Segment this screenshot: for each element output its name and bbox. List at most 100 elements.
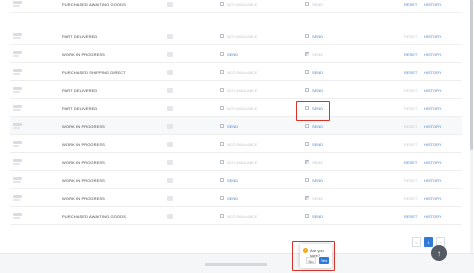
row-history-link[interactable]: HISTORY (424, 171, 442, 189)
row-col3-option[interactable]: NOT AVAILABLE (220, 99, 257, 117)
table-row: WORK IN PROGRESS SEND SEND RESET HISTORY (10, 171, 462, 189)
popconfirm-yes-button[interactable]: Yes (319, 257, 329, 264)
row-status: WORK IN PROGRESS (62, 177, 105, 183)
row-col3-option[interactable]: NOT AVAILABLE (220, 63, 257, 81)
row-col3-option[interactable]: NOT AVAILABLE (220, 27, 257, 45)
row-reset-button[interactable]: RESET (404, 117, 417, 135)
checkbox[interactable] (305, 70, 309, 74)
row-send-option[interactable]: SEND (305, 135, 323, 153)
row-thumb-placeholder (167, 207, 173, 225)
row-col3-option[interactable]: SEND (220, 45, 238, 63)
row-thumb-placeholder (167, 153, 173, 171)
scrollbar-thumb[interactable] (470, 0, 473, 150)
checkbox[interactable] (220, 70, 224, 74)
checkbox[interactable] (305, 88, 309, 92)
row-send-option[interactable]: SEND (305, 189, 323, 207)
table-row: PART DELIVERED NOT AVAILABLE SEND RESET HIST… (10, 99, 462, 117)
row-id-placeholder (13, 45, 22, 63)
row-send-label: SEND (312, 195, 324, 201)
row-send-option[interactable]: SEND (305, 27, 323, 45)
row-col3-option[interactable]: NOT AVAILABLE (220, 207, 257, 225)
row-history-link[interactable]: HISTORY (424, 135, 442, 153)
row-id-placeholder (13, 63, 22, 81)
row-id-placeholder (13, 171, 22, 189)
row-history-link[interactable]: HISTORY (424, 99, 442, 117)
table-row: WORK IN PROGRESS SEND SEND RESET HISTORY (10, 45, 462, 63)
row-status: PART DELIVERED (62, 87, 98, 93)
checkbox[interactable] (305, 2, 309, 6)
row-send-option[interactable]: SEND (305, 171, 323, 189)
pagination-page-1[interactable]: 1 (424, 237, 433, 247)
checkbox[interactable] (305, 52, 309, 56)
row-reset-button[interactable]: RESET (404, 153, 417, 171)
row-thumb-placeholder (167, 117, 173, 135)
row-reset-button[interactable]: RESET (404, 135, 417, 153)
row-col3-option[interactable]: SEND (220, 117, 238, 135)
row-send-option[interactable]: SEND (305, 153, 323, 171)
row-status: PURCHASED AWAITING GOODS (62, 213, 126, 219)
checkbox[interactable] (220, 88, 224, 92)
checkbox[interactable] (220, 178, 224, 182)
checkbox[interactable] (305, 196, 309, 200)
row-reset-button[interactable]: RESET (404, 45, 417, 63)
row-send-label: SEND (312, 213, 324, 219)
row-reset-button[interactable]: RESET (404, 189, 417, 207)
row-send-option[interactable]: SEND (305, 63, 323, 81)
row-history-link[interactable]: HISTORY (424, 207, 442, 225)
row-col3-label: SEND (227, 177, 239, 183)
checkbox[interactable] (220, 52, 224, 56)
row-history-link[interactable]: HISTORY (424, 117, 442, 135)
row-id-placeholder (13, 117, 22, 135)
row-col3-label: SEND (227, 123, 239, 129)
row-reset-button[interactable]: RESET (404, 0, 417, 13)
row-send-option[interactable]: SEND (305, 0, 323, 13)
checkbox[interactable] (220, 160, 224, 164)
popconfirm-no-button[interactable]: No (306, 257, 316, 264)
pagination-prev[interactable]: < (412, 237, 421, 247)
row-reset-button[interactable]: RESET (404, 81, 417, 99)
row-history-link[interactable]: HISTORY (424, 27, 442, 45)
row-id-placeholder (13, 207, 22, 225)
row-col3-option[interactable]: SEND (220, 189, 238, 207)
table-row: WORK IN PROGRESS NOT AVAILABLE SEND RESET HI… (10, 135, 462, 153)
row-col3-option[interactable]: NOT AVAILABLE (220, 81, 257, 99)
checkbox[interactable] (305, 214, 309, 218)
row-col3-label: NOT AVAILABLE (227, 141, 258, 147)
row-col3-option[interactable]: NOT AVAILABLE (220, 153, 257, 171)
table-row: PART DELIVERED NOT AVAILABLE SEND RESET HIST… (10, 27, 462, 45)
checkbox[interactable] (220, 2, 224, 6)
checkbox[interactable] (220, 124, 224, 128)
checkbox[interactable] (220, 34, 224, 38)
back-to-top-button[interactable]: ↑ (431, 245, 447, 261)
checkbox[interactable] (220, 214, 224, 218)
row-history-link[interactable]: HISTORY (424, 81, 442, 99)
popconfirm-dialog: ! Are you sure? No Yes (300, 244, 332, 268)
checkbox[interactable] (305, 178, 309, 182)
row-reset-button[interactable]: RESET (404, 171, 417, 189)
checkbox[interactable] (220, 196, 224, 200)
row-send-option[interactable]: SEND (305, 81, 323, 99)
checkbox[interactable] (305, 124, 309, 128)
row-status: PART DELIVERED (62, 105, 98, 111)
row-reset-button[interactable]: RESET (404, 207, 417, 225)
checkbox[interactable] (305, 160, 309, 164)
row-reset-button[interactable]: RESET (404, 99, 417, 117)
row-history-link[interactable]: HISTORY (424, 189, 442, 207)
row-reset-button[interactable]: RESET (404, 63, 417, 81)
row-reset-button[interactable]: RESET (404, 27, 417, 45)
row-col3-option[interactable]: NOT AVAILABLE (220, 0, 257, 13)
row-history-link[interactable]: HISTORY (424, 63, 442, 81)
row-send-option[interactable]: SEND (305, 207, 323, 225)
row-thumb-placeholder (167, 99, 173, 117)
checkbox[interactable] (220, 106, 224, 110)
row-id-placeholder (13, 27, 22, 45)
row-history-link[interactable]: HISTORY (424, 45, 442, 63)
checkbox[interactable] (305, 142, 309, 146)
checkbox[interactable] (305, 34, 309, 38)
row-history-link[interactable]: HISTORY (424, 0, 442, 13)
row-send-option[interactable]: SEND (305, 45, 323, 63)
row-col3-option[interactable]: NOT AVAILABLE (220, 135, 257, 153)
checkbox[interactable] (220, 142, 224, 146)
row-history-link[interactable]: HISTORY (424, 153, 442, 171)
row-col3-option[interactable]: SEND (220, 171, 238, 189)
